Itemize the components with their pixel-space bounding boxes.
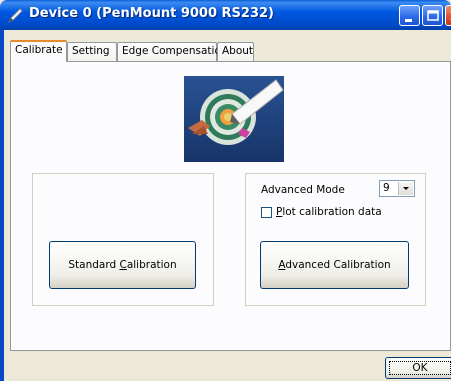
standard-calibration-mnemonic: C <box>119 259 127 271</box>
advanced-mode-select[interactable]: 9 <box>379 180 415 197</box>
chevron-down-icon[interactable] <box>398 182 413 195</box>
maximize-icon <box>427 10 439 21</box>
pen-icon <box>7 7 24 24</box>
window-title: Device 0 (PenMount 9000 RS232) <box>29 6 274 21</box>
maximize-button[interactable] <box>422 5 443 26</box>
tab-setting[interactable]: Setting <box>67 42 117 61</box>
plot-calibration-text: lot calibration data <box>282 206 382 218</box>
tab-about[interactable]: About <box>217 42 254 61</box>
advanced-mode-label: Advanced Mode <box>261 184 345 196</box>
minimize-button[interactable] <box>399 5 420 26</box>
dialog-window: Device 0 (PenMount 9000 RS232) Calibrate… <box>0 0 451 381</box>
tab-edge-compensation[interactable]: Edge Compensation <box>117 42 228 61</box>
focus-rectangle <box>389 361 451 375</box>
plot-calibration-checkbox[interactable] <box>261 207 272 218</box>
standard-calibration-label-post: alibration <box>126 259 177 271</box>
advanced-calibration-button[interactable]: Advanced Calibration <box>260 241 409 289</box>
standard-calibration-button[interactable]: Standard Calibration <box>49 241 196 289</box>
close-button[interactable] <box>445 5 451 26</box>
target-pen-logo <box>184 76 284 162</box>
tab-calibrate[interactable]: Calibrate <box>10 40 67 62</box>
close-icon <box>450 11 451 20</box>
ok-button[interactable]: OK <box>385 357 451 379</box>
advanced-mode-value: 9 <box>383 182 390 194</box>
window-border-left <box>0 30 4 381</box>
minimize-icon <box>405 19 412 22</box>
title-bar[interactable]: Device 0 (PenMount 9000 RS232) <box>0 0 451 30</box>
standard-calibration-label-pre: Standard <box>68 259 120 271</box>
advanced-calibration-label: dvanced Calibration <box>285 259 391 271</box>
plot-calibration-label[interactable]: Plot calibration data <box>276 206 382 218</box>
